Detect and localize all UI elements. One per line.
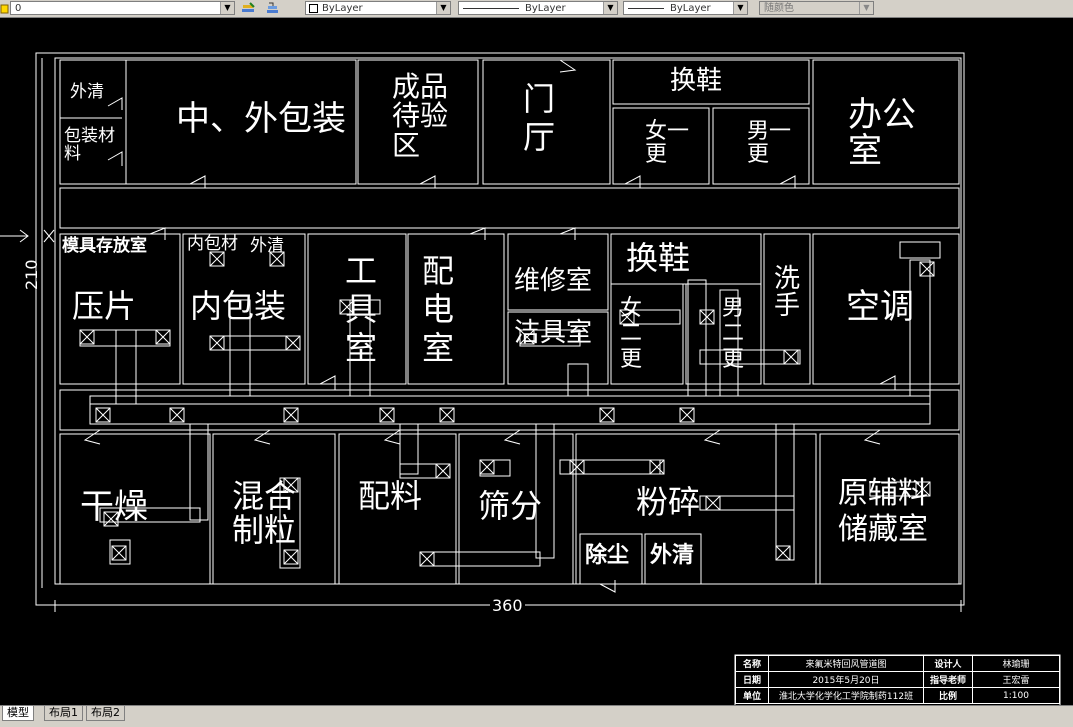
tb-date-value: 2015年5月20日	[768, 671, 924, 688]
room-label-waiqing-bottom: 外清	[650, 543, 695, 568]
room-label-peiliao: 配料	[358, 477, 423, 515]
room-label-weixiushi: 维修室	[514, 266, 593, 296]
color-dropdown[interactable]: ByLayer ▼	[305, 1, 451, 15]
room-label-nan-yigeng: 男一更	[747, 119, 792, 168]
lineweight-value: ByLayer	[670, 3, 711, 14]
room-label-nv-yigeng: 女一更	[645, 119, 690, 168]
room-label-kongtiao: 空调	[846, 287, 914, 327]
horizontal-dimension-label: 360	[490, 596, 525, 615]
tb-scale-value: 1:100	[972, 687, 1060, 704]
room-label-ganzao: 干燥	[80, 487, 148, 527]
layout-tabs: 模型 布局1 布局2	[0, 705, 1073, 727]
plotstyle-value: 随颜色	[764, 3, 794, 14]
room-label-hunhe-zhili: 混合制粒	[232, 477, 297, 549]
layer-dropdown[interactable]: 0 ▼	[10, 1, 235, 15]
chevron-down-icon[interactable]: ▼	[220, 2, 234, 14]
tb-advisor-value: 王宏雷	[972, 671, 1060, 688]
color-swatch-icon	[309, 4, 318, 13]
tb-unit-value: 淮北大学化学化工学院制药112班	[768, 687, 924, 704]
room-label-fensui: 粉碎	[636, 483, 701, 521]
plotstyle-dropdown: 随颜色 ▼	[759, 1, 874, 15]
tab-layout1[interactable]: 布局1	[44, 706, 83, 721]
chevron-down-icon: ▼	[859, 2, 873, 14]
room-label-chengpin: 成品待验区	[392, 70, 449, 162]
linetype-preview	[463, 7, 519, 9]
room-label-nv-ergeng: 女二更	[620, 296, 643, 372]
tb-name-label: 名称	[735, 655, 769, 672]
title-block: 名称 来氟米特回风管道图 设计人 林瑜珊 日期 2015年5月20日 指导老师 …	[735, 655, 1060, 707]
chevron-down-icon[interactable]: ▼	[603, 2, 617, 14]
lineweight-preview	[628, 7, 664, 9]
tab-layout2[interactable]: 布局2	[86, 706, 125, 721]
vertical-dimension-label: 210	[22, 259, 41, 290]
tab-model[interactable]: 模型	[2, 706, 34, 721]
room-label-nan-ergeng: 男二更	[722, 296, 745, 372]
room-label-huanxie-mid: 换鞋	[626, 239, 691, 277]
tb-name-value: 来氟米特回风管道图	[768, 655, 924, 672]
lineweight-dropdown[interactable]: ByLayer ▼	[623, 1, 748, 15]
room-label-peidianshi: 配电室	[422, 252, 455, 367]
layer-value: 0	[15, 3, 22, 14]
room-label-bangongshi: 办公室	[848, 95, 916, 171]
chevron-down-icon[interactable]: ▼	[733, 2, 747, 14]
room-label-gongjushi: 工具室	[345, 252, 378, 367]
tb-unit-label: 单位	[735, 687, 769, 704]
make-layer-current-icon[interactable]	[240, 1, 256, 15]
color-value: ByLayer	[322, 3, 363, 14]
room-label-neibaozhuang: 内包装	[190, 287, 287, 325]
room-label-shaifen: 筛分	[478, 487, 543, 525]
tb-designer-label: 设计人	[923, 655, 973, 672]
room-label-yapian: 压片	[72, 287, 137, 325]
chevron-down-icon[interactable]: ▼	[436, 2, 450, 14]
room-label-zhong-wai-baozhuang: 中、外包装	[176, 99, 346, 139]
linetype-value: ByLayer	[525, 3, 566, 14]
room-label-chuchen: 除尘	[585, 543, 630, 568]
room-label-waiqing-top: 外清	[70, 82, 104, 102]
room-label-muju: 模具存放室	[62, 236, 147, 256]
room-label-menting: 门厅	[523, 80, 556, 157]
room-label-xishou: 洗手	[774, 264, 801, 322]
linetype-dropdown[interactable]: ByLayer ▼	[458, 1, 618, 15]
properties-toolbar: 0 ▼ ByLayer ▼ ByLayer ▼ ByLayer ▼ 随颜色 ▼	[0, 0, 1073, 18]
room-label-baozhuang-cailiao: 包装材料	[64, 126, 115, 164]
room-label-waiqing-mid: 外清	[250, 236, 284, 256]
room-label-jiejushi: 洁具室	[514, 318, 593, 348]
tb-designer-value: 林瑜珊	[972, 655, 1060, 672]
tb-date-label: 日期	[735, 671, 769, 688]
layer-previous-icon[interactable]	[264, 1, 280, 15]
tb-advisor-label: 指导老师	[923, 671, 973, 688]
room-label-neibaocai: 内包材	[187, 234, 238, 254]
tb-scale-label: 比例	[923, 687, 973, 704]
room-label-huanxie-top: 换鞋	[670, 66, 723, 96]
room-label-yuanfuliao: 原辅料储藏室	[838, 476, 928, 547]
